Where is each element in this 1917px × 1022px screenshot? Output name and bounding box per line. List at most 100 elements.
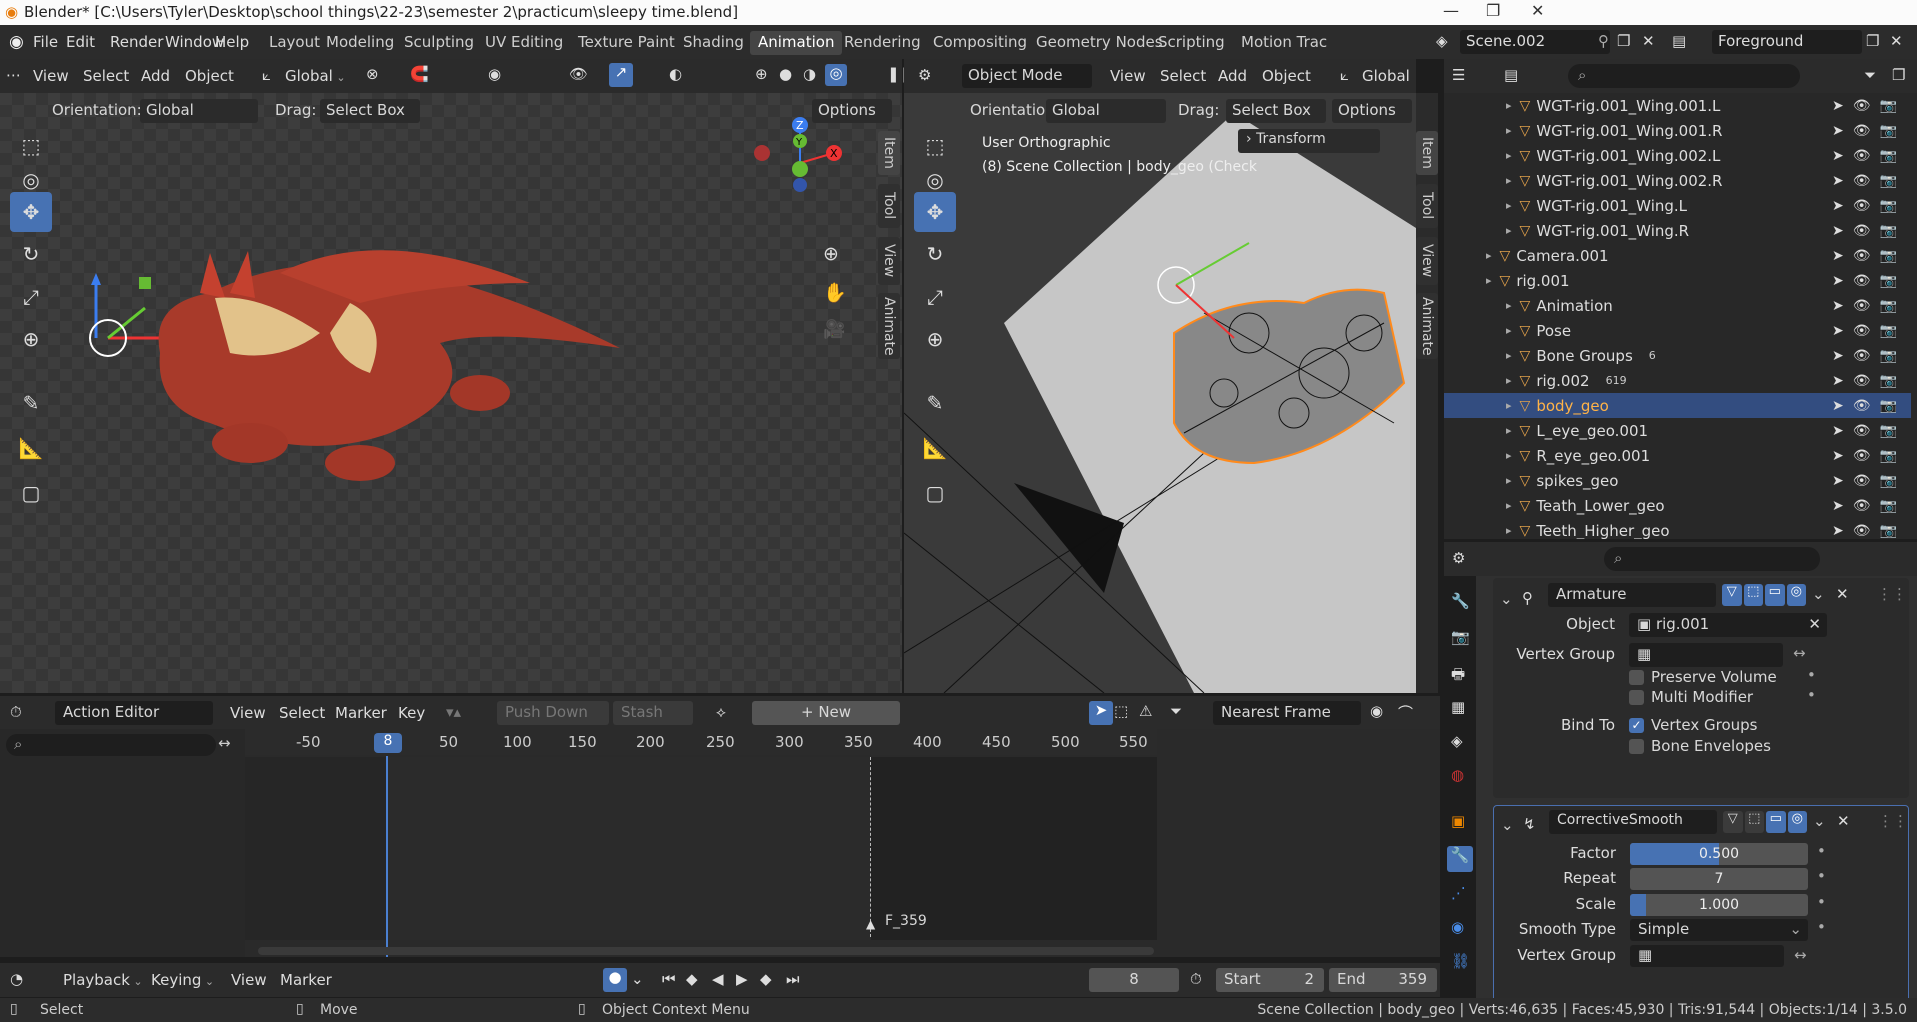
select-icon[interactable]: ➤ xyxy=(1832,348,1844,364)
tab-rendering[interactable]: Rendering xyxy=(836,31,929,55)
left-menu-select[interactable]: Select xyxy=(83,67,129,85)
outliner-row[interactable]: ▸ ▽ Animation ➤ 👁 📷 xyxy=(1444,293,1911,318)
clear-icon[interactable]: ✕ xyxy=(1808,615,1821,633)
only-selected-icon[interactable]: ➤ xyxy=(1089,701,1113,725)
menu-help[interactable]: Help xyxy=(215,33,249,51)
visibility-icon[interactable]: 👁 xyxy=(569,65,588,83)
tab-animate[interactable]: Animate xyxy=(1416,293,1438,359)
transform-tool[interactable]: ⊕ xyxy=(10,319,52,359)
expand-arrow-icon[interactable]: ▸ xyxy=(1506,399,1512,412)
mode-dropdown[interactable]: Object Mode xyxy=(962,64,1092,88)
animate-property-dot[interactable]: • xyxy=(1817,842,1826,860)
proportional-editing-icon[interactable]: ◉ xyxy=(488,65,501,83)
outliner-row[interactable]: ▸ ▽ R_eye_geo.001 ➤ 👁 📷 xyxy=(1444,443,1911,468)
select-icon[interactable]: ➤ xyxy=(1832,223,1844,239)
jump-start-icon[interactable]: ⏮ xyxy=(662,970,676,988)
view-layer-tab-icon[interactable]: ▦ xyxy=(1451,698,1465,716)
tool-tab-icon[interactable]: 🔧 xyxy=(1451,592,1470,610)
tab-tool[interactable]: Tool xyxy=(878,184,900,228)
scene-selector[interactable]: Scene.002 xyxy=(1460,30,1610,54)
ae-menu-select[interactable]: Select xyxy=(279,704,325,722)
snap-dropdown[interactable]: Nearest Frame xyxy=(1213,701,1361,725)
multi-modifier-checkbox[interactable] xyxy=(1629,690,1644,705)
select-icon[interactable]: ➤ xyxy=(1832,148,1844,164)
ae-menu-key[interactable]: Key xyxy=(398,704,425,722)
select-icon[interactable]: ➤ xyxy=(1832,173,1844,189)
right-viewport[interactable]: Orientation: Global Drag: Select Box Opt… xyxy=(904,93,1416,693)
tab-uv-editing[interactable]: UV Editing xyxy=(477,31,571,55)
outliner-row[interactable]: ▸ ▽ L_eye_geo.001 ➤ 👁 📷 xyxy=(1444,418,1911,443)
expand-arrow-icon[interactable]: ▸ xyxy=(1506,474,1512,487)
push-down-button[interactable]: Push Down xyxy=(497,701,609,725)
action-editor[interactable]: ⌕ ↔ ▲ F_359 -50 50 100 150 200 250 300 3… xyxy=(0,729,1440,957)
mode-dropdown[interactable]: Action Editor xyxy=(55,701,213,725)
editor-type-icon[interactable]: ⋯ xyxy=(6,66,21,84)
prev-keyframe-icon[interactable]: ◆ xyxy=(686,970,698,988)
tab-shading[interactable]: Shading xyxy=(675,31,752,55)
chevron-down-icon[interactable]: ⌄ xyxy=(631,970,644,988)
realtime-icon[interactable]: ▭ xyxy=(1765,584,1785,606)
select-box-tool[interactable]: ⬚ xyxy=(10,126,52,166)
end-frame-field[interactable]: End 359 xyxy=(1329,968,1437,992)
tl-menu-view[interactable]: View xyxy=(231,971,267,989)
render-camera-icon[interactable]: 📷 xyxy=(1880,348,1897,364)
only-errors-icon[interactable]: ⚠ xyxy=(1139,702,1152,720)
shading-rendered-icon[interactable]: ◎ xyxy=(825,64,847,86)
options-button[interactable]: Options xyxy=(1332,99,1412,123)
world-tab-icon[interactable]: ◍ xyxy=(1451,766,1464,784)
select-box-tool[interactable]: ⬚ xyxy=(914,126,956,166)
tab-compositing[interactable]: Compositing xyxy=(925,31,1035,55)
pivot-icon[interactable]: ⊗ xyxy=(366,65,379,83)
visibility-eye-icon[interactable]: 👁 xyxy=(1853,523,1871,539)
outliner-row[interactable]: ▸ ▽ WGT-rig.001_Wing.R ➤ 👁 📷 xyxy=(1444,218,1911,243)
visibility-eye-icon[interactable]: 👁 xyxy=(1853,148,1871,164)
minimize-icon[interactable]: — xyxy=(1443,1,1459,20)
proportional-editing-icon[interactable]: ◉ xyxy=(1370,702,1383,720)
smooth-type-dropdown[interactable]: Simple ⌄ xyxy=(1630,919,1808,941)
auto-keying-icon[interactable]: ● xyxy=(603,968,627,992)
object-tab-icon[interactable]: ▣ xyxy=(1451,812,1465,830)
bone-envelopes-checkbox[interactable] xyxy=(1629,739,1644,754)
filter-icon[interactable]: ⏷ xyxy=(1864,66,1876,84)
filter-icon[interactable]: ⏷ xyxy=(1170,702,1182,720)
select-icon[interactable]: ➤ xyxy=(1832,248,1844,264)
dragon-model[interactable] xyxy=(60,133,760,593)
expand-arrow-icon[interactable]: ▸ xyxy=(1506,524,1512,537)
snap-icon[interactable]: 🧲 xyxy=(410,65,429,83)
editor-type-icon[interactable]: ⏱ xyxy=(10,703,22,721)
left-menu-view[interactable]: View xyxy=(33,67,69,85)
tab-motion-tracking[interactable]: Motion Trac xyxy=(1233,31,1329,55)
delete-scene-icon[interactable]: ✕ xyxy=(1642,32,1655,50)
expand-arrow-icon[interactable]: ▸ xyxy=(1506,499,1512,512)
new-view-layer-icon[interactable]: ❐ xyxy=(1866,32,1879,50)
render-camera-icon[interactable]: 📷 xyxy=(1880,373,1897,389)
tab-texture-paint[interactable]: Texture Paint xyxy=(570,31,683,55)
expand-arrow-icon[interactable]: ▸ xyxy=(1506,349,1512,362)
render-camera-icon[interactable]: 📷 xyxy=(1880,473,1897,489)
visibility-eye-icon[interactable]: 👁 xyxy=(1853,448,1871,464)
ae-menu-marker[interactable]: Marker xyxy=(335,704,387,722)
visibility-eye-icon[interactable]: 👁 xyxy=(1853,498,1871,514)
add-cube-tool[interactable]: ▢ xyxy=(914,473,956,513)
delete-view-layer-icon[interactable]: ✕ xyxy=(1890,32,1903,50)
maximize-icon[interactable]: ❐ xyxy=(1486,1,1500,20)
cursor-tool[interactable]: ◎ xyxy=(10,168,52,192)
render-camera-icon[interactable]: 📷 xyxy=(1880,148,1897,164)
select-icon[interactable]: ➤ xyxy=(1832,448,1844,464)
display-mode-icon[interactable]: ▤ xyxy=(1504,66,1518,84)
tab-tool[interactable]: Tool xyxy=(1416,184,1438,228)
remove-modifier-icon[interactable]: ✕ xyxy=(1836,585,1849,603)
tab-sculpting[interactable]: Sculpting xyxy=(396,31,482,55)
action-browse-icon[interactable]: ⟡ xyxy=(716,703,726,721)
editor-type-icon[interactable]: ☰ xyxy=(1452,66,1465,84)
expand-arrow-icon[interactable]: ▸ xyxy=(1506,199,1512,212)
edit-mode-icon[interactable]: ⬚ xyxy=(1743,584,1763,606)
invert-filter-icon[interactable]: ↔ xyxy=(218,734,231,752)
select-icon[interactable]: ➤ xyxy=(1832,298,1844,314)
annotate-tool[interactable]: ✎ xyxy=(10,383,52,423)
outliner-row[interactable]: ▸ ▽ WGT-rig.001_Wing.001.L ➤ 👁 📷 xyxy=(1444,93,1911,118)
outliner-row[interactable]: ▸ ▽ Teeth_Higher_geo ➤ 👁 📷 xyxy=(1444,518,1911,540)
factor-slider[interactable]: 0.500 xyxy=(1630,843,1808,865)
render-camera-icon[interactable]: 📷 xyxy=(1880,223,1897,239)
tab-animation[interactable]: Animation xyxy=(750,31,843,55)
